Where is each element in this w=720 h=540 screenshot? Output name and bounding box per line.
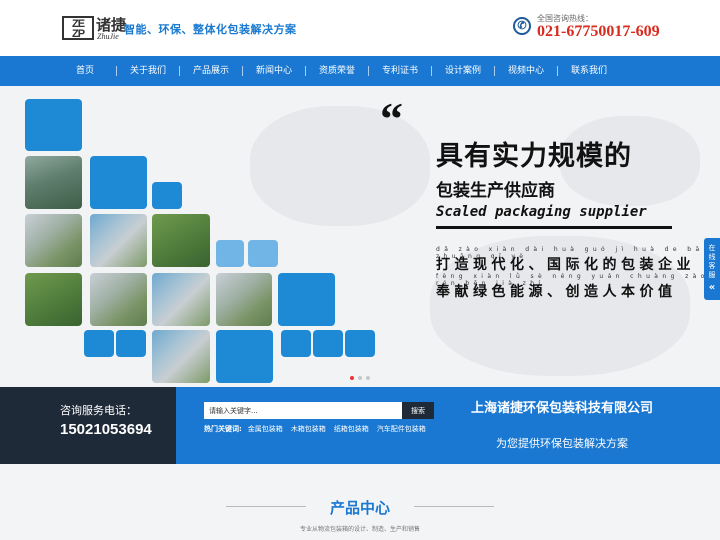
header-slogan: 智能、环保、整体化包装解决方案 <box>124 23 297 36</box>
mosaic-tile <box>25 99 82 151</box>
nav-item-products[interactable]: 产品展示 <box>180 56 243 86</box>
mosaic-tile <box>90 156 147 209</box>
mosaic-tile <box>313 330 343 357</box>
mosaic-tile <box>216 240 244 267</box>
hot-keyword-link[interactable]: 金属包装箱 <box>248 425 283 433</box>
mosaic-tile <box>116 330 146 357</box>
nav-item-about[interactable]: 关于我们 <box>117 56 180 86</box>
banner-english: Scaled packaging supplier <box>436 204 647 220</box>
banner-headline: 具有实力规模的 <box>436 141 632 172</box>
hot-keywords: 热门关键词: 金属包装箱 木箱包装箱 纸箱包装箱 汽车配件包装箱 <box>204 424 436 435</box>
company-tagline: 为您提供环保包装解决方案 <box>496 437 628 450</box>
world-map-shape <box>250 106 430 226</box>
phone-icon: ✆ <box>513 17 531 35</box>
mosaic-tile <box>248 240 278 267</box>
online-service-tab[interactable]: 在线客服 « <box>704 238 720 300</box>
section-title: 产品中心 <box>329 499 390 517</box>
mosaic-tile <box>345 330 375 357</box>
mosaic-photo <box>152 214 210 267</box>
hot-keyword-link[interactable]: 汽车配件包装箱 <box>377 425 426 433</box>
slider-dots <box>350 376 370 380</box>
logo-mark[interactable]: ZE ZP <box>62 16 94 40</box>
mosaic-photo <box>25 214 82 267</box>
nav-item-news[interactable]: 新闻中心 <box>243 56 306 86</box>
mosaic-tile <box>152 182 182 209</box>
logo-english: ZhuJie <box>97 32 119 41</box>
nav-item-video[interactable]: 视频中心 <box>495 56 558 86</box>
mosaic-photo <box>216 273 272 326</box>
section-subtitle: 专业从物流包装箱的设计、制造、生产和销售 <box>299 526 420 533</box>
mosaic-tile <box>216 330 273 383</box>
company-name: 上海诸捷环保包装科技有限公司 <box>470 401 653 416</box>
nav-item-contact[interactable]: 联系我们 <box>558 56 620 86</box>
banner-line: 奉献绿色能源、创造人本价值 <box>436 284 677 300</box>
nav-item-home[interactable]: 首页 <box>54 56 117 86</box>
hot-keywords-label: 热门关键词: <box>204 425 242 433</box>
double-chevron-left-icon: « <box>708 282 716 293</box>
mosaic-photo <box>90 214 147 267</box>
hot-keyword-link[interactable]: 木箱包装箱 <box>291 425 326 433</box>
banner-line: 打造现代化、国际化的包装企业 <box>436 257 695 273</box>
hot-keyword-link[interactable]: 纸箱包装箱 <box>334 425 369 433</box>
mosaic-photo <box>152 330 210 383</box>
hero-banner[interactable]: “ 具有实力规模的 包装生产供应商 Scaled packaging suppl… <box>0 86 720 387</box>
headline-underline <box>436 226 672 229</box>
mosaic-tile <box>278 273 335 326</box>
mosaic-photo <box>152 273 210 326</box>
mosaic-photo <box>90 273 147 326</box>
mosaic-photo <box>25 156 82 209</box>
nav-item-honors[interactable]: 资质荣誉 <box>306 56 369 86</box>
consult-phone: 15021053694 <box>60 421 152 438</box>
nav-item-patents[interactable]: 专利证书 <box>369 56 432 86</box>
hotline-number: 021-67750017-609 <box>537 23 660 40</box>
mosaic-photo <box>25 273 82 326</box>
mosaic-tile <box>281 330 311 357</box>
slider-dot[interactable] <box>358 376 362 380</box>
search-button[interactable]: 搜索 <box>402 402 434 419</box>
service-label: 在线客服 <box>708 244 716 279</box>
mosaic-tile <box>84 330 114 357</box>
site-header: ZE ZP 诸捷 ZhuJie 智能、环保、整体化包装解决方案 ✆ 全国咨询热线：… <box>0 0 720 56</box>
quote-mark: “ <box>380 93 403 144</box>
nav-item-cases[interactable]: 设计案例 <box>432 56 495 86</box>
slider-dot[interactable] <box>366 376 370 380</box>
search-input[interactable] <box>204 402 402 419</box>
banner-subheadline: 包装生产供应商 <box>436 181 555 201</box>
main-nav: 首页 关于我们 产品展示 新闻中心 资质荣誉 专利证书 设计案例 视频中心 联系… <box>0 56 720 86</box>
consult-label: 咨询服务电话： <box>60 404 137 417</box>
slider-dot[interactable] <box>350 376 354 380</box>
